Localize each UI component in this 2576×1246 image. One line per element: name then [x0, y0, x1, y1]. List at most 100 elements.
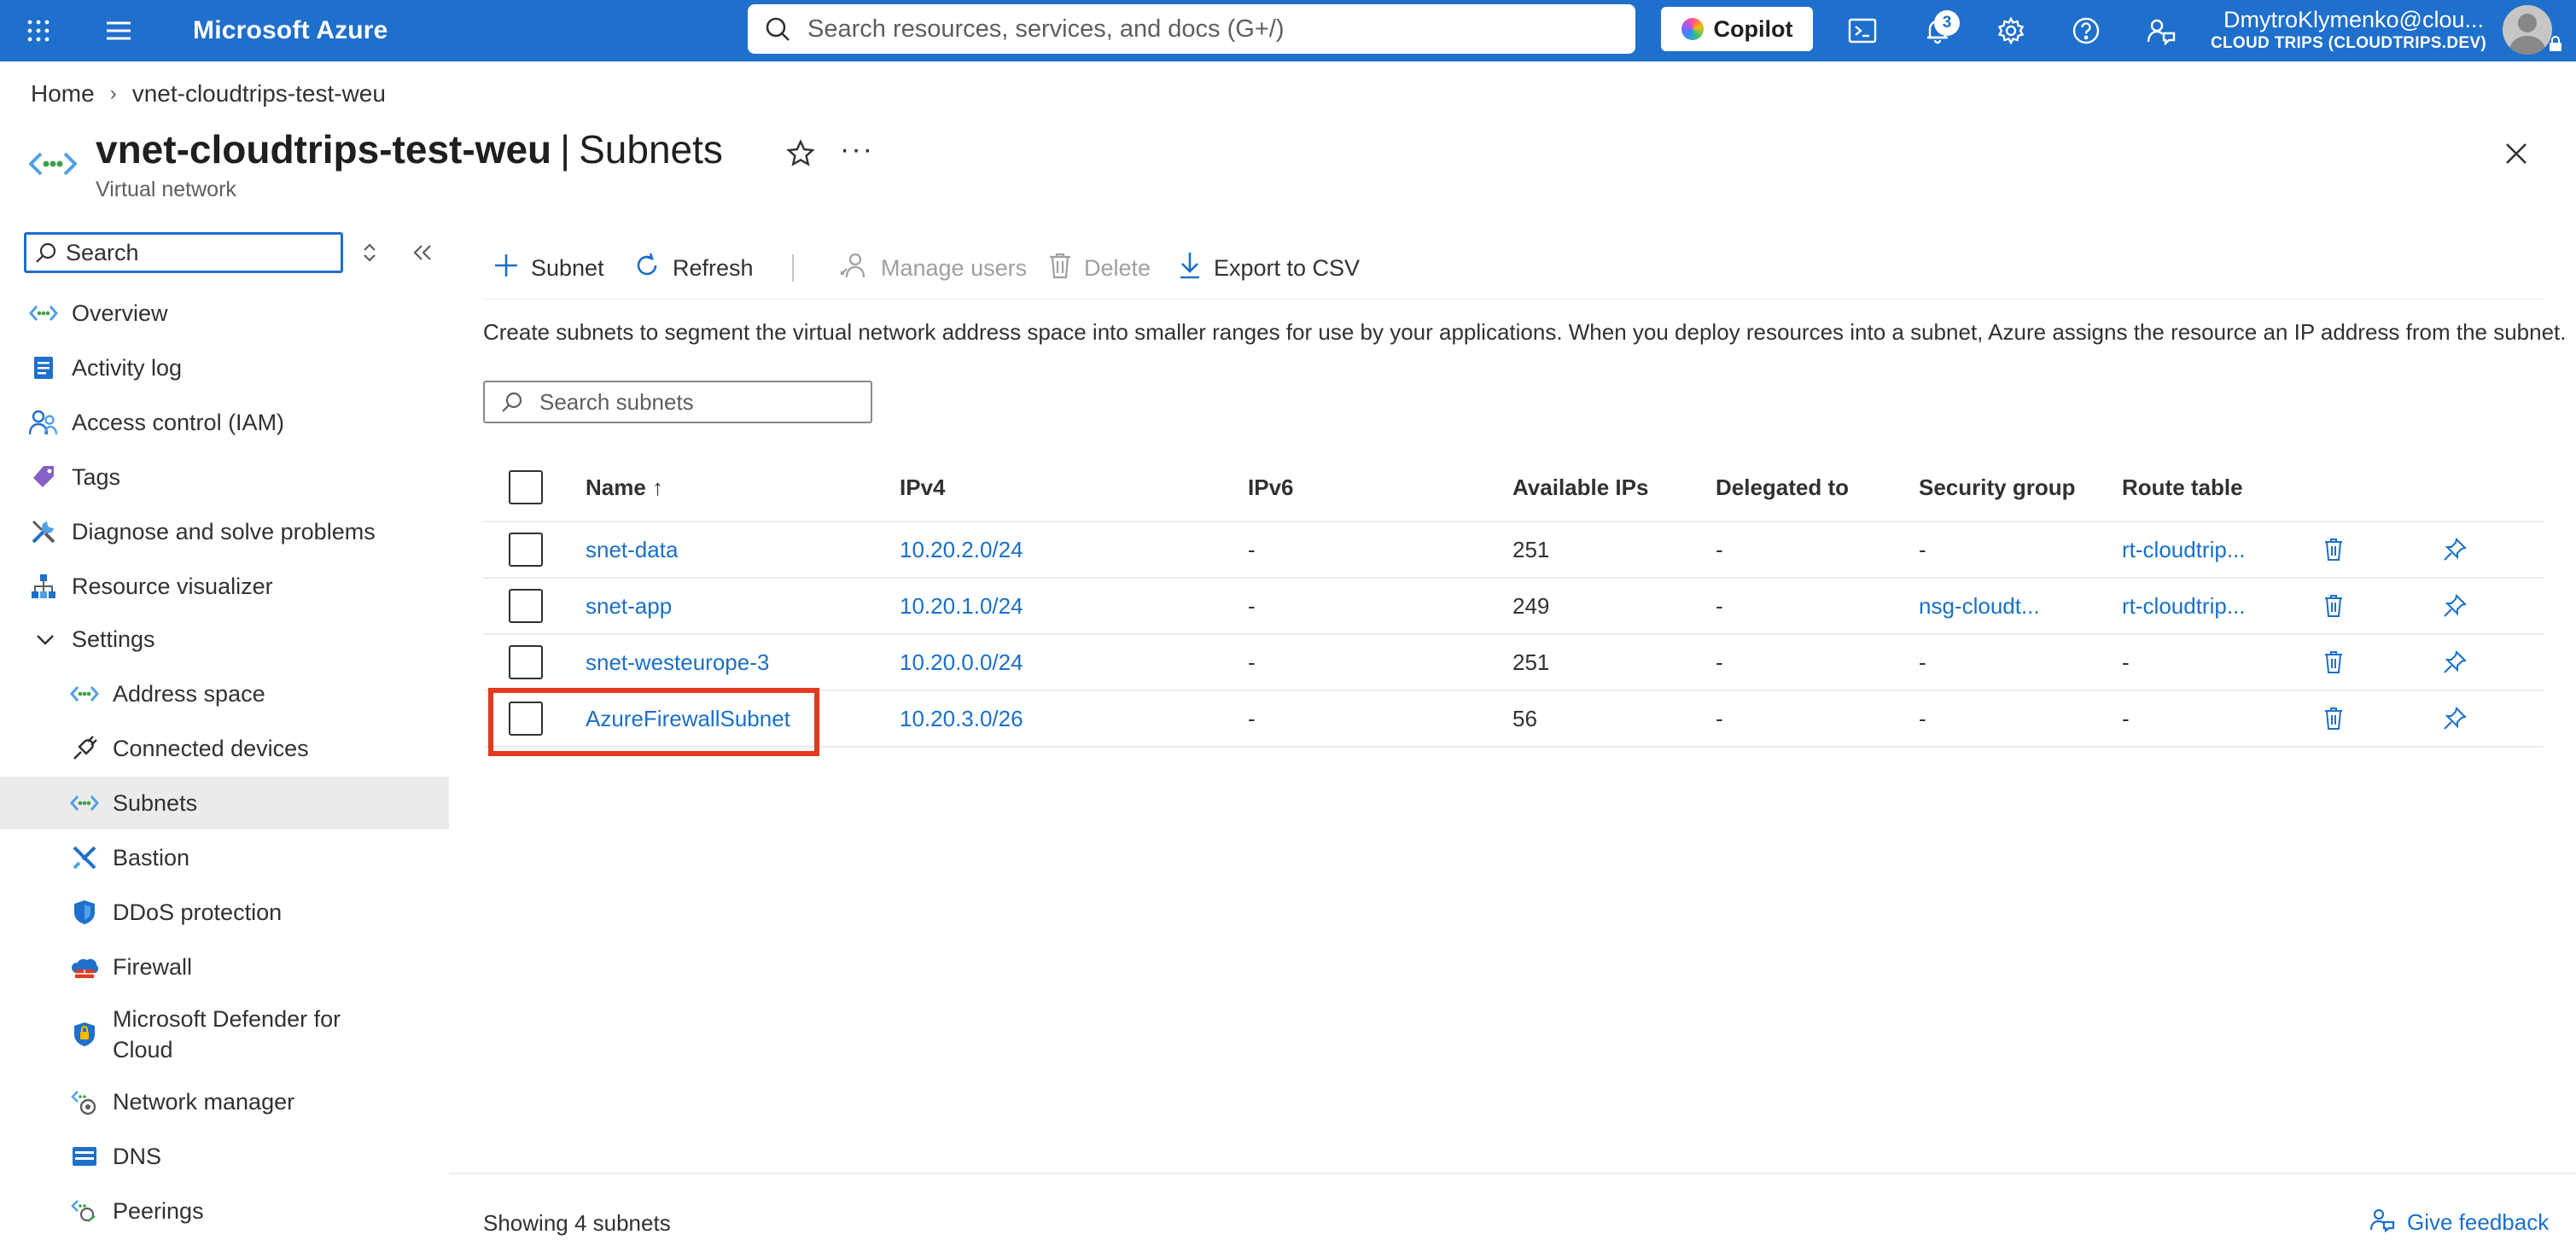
delete-row-icon[interactable]	[2323, 522, 2344, 577]
subnet-search-input[interactable]	[539, 388, 864, 416]
highlight-annotation-box	[488, 688, 819, 756]
hamburger-menu-icon[interactable]	[101, 0, 137, 61]
column-header-delegated-to[interactable]: Delegated to	[1716, 454, 1849, 521]
plus-icon	[493, 253, 519, 284]
nav-item-subnets[interactable]: Subnets	[0, 777, 449, 830]
give-feedback-link[interactable]: Give feedback	[2369, 1207, 2549, 1238]
security-group-value: -	[1919, 649, 1926, 675]
table-row: snet-westeurope-3 10.20.0.0/24 - 251 - -…	[483, 635, 2544, 691]
nav-item-network-manager[interactable]: Network manager	[0, 1075, 449, 1128]
manage-users-button[interactable]: Manage users	[840, 246, 1027, 290]
pin-row-icon[interactable]	[2443, 522, 2467, 577]
delegated-to-value: -	[1716, 536, 1723, 562]
nav-item-dns[interactable]: DNS	[0, 1130, 449, 1183]
column-header-ipv6[interactable]: IPv6	[1248, 454, 1294, 521]
subnet-name-link[interactable]: snet-app	[586, 579, 672, 633]
column-header-security-group[interactable]: Security group	[1919, 454, 2075, 521]
nav-search-input[interactable]	[66, 239, 339, 266]
subnet-search[interactable]	[483, 381, 872, 423]
chevron-down-icon	[31, 625, 60, 654]
copilot-button[interactable]: Copilot	[1661, 7, 1813, 51]
nav-item-label: Network manager	[113, 1088, 295, 1115]
subnet-name-link[interactable]: snet-westeurope-3	[586, 635, 769, 690]
row-checkbox[interactable]	[509, 589, 543, 623]
plug-icon	[70, 734, 99, 763]
nav-group-settings[interactable]: Settings	[0, 613, 449, 666]
cloud-shell-icon[interactable]	[1844, 0, 1881, 61]
nav-item-bastion[interactable]: Bastion	[0, 831, 449, 884]
manage-users-label: Manage users	[881, 254, 1028, 281]
nav-item-overview[interactable]: Overview	[0, 287, 449, 340]
nav-search[interactable]	[24, 232, 343, 273]
lock-icon	[2549, 36, 2562, 51]
row-checkbox[interactable]	[509, 533, 543, 567]
pin-row-icon[interactable]	[2443, 579, 2467, 633]
column-header-ipv4[interactable]: IPv4	[900, 454, 946, 521]
breadcrumb-resource[interactable]: vnet-cloudtrips-test-weu	[132, 80, 386, 108]
ipv4-link[interactable]: 10.20.2.0/24	[900, 522, 1023, 577]
nav-item-defender-for-cloud[interactable]: Microsoft Defender for Cloud	[0, 997, 449, 1072]
collapse-nav-icon[interactable]	[410, 241, 435, 265]
delete-row-icon[interactable]	[2323, 635, 2344, 690]
add-subnet-button[interactable]: Subnet	[493, 246, 604, 290]
row-checkbox[interactable]	[509, 645, 543, 679]
account-info[interactable]: DmytroKlymenko@clou... CLOUD TRIPS (CLOU…	[2211, 5, 2486, 53]
dns-icon	[70, 1142, 99, 1171]
nav-item-connected-devices[interactable]: Connected devices	[0, 722, 449, 775]
select-all-checkbox[interactable]	[509, 470, 543, 504]
column-header-available-ips[interactable]: Available IPs	[1512, 454, 1648, 521]
nav-item-label: Overview	[72, 300, 168, 326]
search-icon	[748, 16, 807, 42]
column-header-route-table[interactable]: Route table	[2122, 454, 2243, 521]
ipv4-link[interactable]: 10.20.0.0/24	[900, 635, 1023, 690]
nav-item-resource-visualizer[interactable]: Resource visualizer	[0, 560, 449, 613]
nav-item-ddos-protection[interactable]: DDoS protection	[0, 886, 449, 939]
close-icon[interactable]	[2499, 137, 2533, 171]
global-search[interactable]	[748, 4, 1635, 54]
subnet-name-link[interactable]: snet-data	[586, 522, 678, 577]
command-divider	[792, 254, 794, 282]
table-row: snet-app 10.20.1.0/24 - 249 - nsg-cloudt…	[483, 579, 2544, 635]
nav-item-activity-log[interactable]: Activity log	[0, 341, 449, 394]
global-search-input[interactable]	[807, 15, 1610, 44]
delegated-to-value: -	[1716, 649, 1723, 675]
sort-updown-icon[interactable]	[358, 241, 381, 265]
wrench-icon	[29, 517, 58, 546]
ipv4-link[interactable]: 10.20.1.0/24	[900, 579, 1023, 633]
pin-row-icon[interactable]	[2443, 635, 2467, 690]
nav-item-diagnose[interactable]: Diagnose and solve problems	[0, 505, 449, 558]
nav-item-address-space[interactable]: Address space	[0, 667, 449, 720]
nav-item-firewall[interactable]: Firewall	[0, 940, 449, 993]
column-header-name[interactable]: Name ↑	[586, 454, 663, 521]
nav-item-access-control[interactable]: Access control (IAM)	[0, 396, 449, 449]
nav-item-tags[interactable]: Tags	[0, 451, 449, 504]
ipv4-link[interactable]: 10.20.3.0/26	[900, 691, 1023, 746]
page-title-separator: |	[560, 127, 571, 172]
export-csv-button[interactable]: Export to CSV	[1178, 246, 1360, 290]
more-options-icon[interactable]: ···	[840, 133, 874, 166]
refresh-button[interactable]: Refresh	[633, 246, 754, 290]
settings-gear-icon[interactable]	[1992, 0, 2030, 61]
defender-icon	[70, 1020, 99, 1049]
vnet-icon	[70, 679, 99, 708]
feedback-person-icon[interactable]	[2142, 0, 2180, 61]
nav-item-peerings[interactable]: Peerings	[0, 1185, 449, 1237]
breadcrumb-home[interactable]: Home	[31, 80, 95, 108]
account-name: DmytroKlymenko@clou...	[2223, 7, 2484, 32]
favorite-star-icon[interactable]	[784, 137, 818, 171]
pin-row-icon[interactable]	[2443, 691, 2467, 746]
ipv6-value: -	[1248, 536, 1256, 562]
table-header-row: Name ↑ IPv4 IPv6 Available IPs Delegated…	[483, 454, 2544, 522]
route-table-link[interactable]: rt-cloudtrip...	[2122, 522, 2246, 577]
delete-row-icon[interactable]	[2323, 691, 2344, 746]
app-launcher-icon[interactable]	[20, 0, 56, 61]
security-group-link[interactable]: nsg-cloudt...	[1919, 579, 2040, 633]
brand-title[interactable]: Microsoft Azure	[193, 0, 388, 61]
delete-button[interactable]: Delete	[1048, 246, 1151, 290]
visualizer-icon	[29, 572, 58, 601]
network-manager-icon	[70, 1087, 99, 1116]
avatar[interactable]	[2503, 5, 2552, 55]
help-icon[interactable]	[2067, 0, 2105, 61]
delete-row-icon[interactable]	[2323, 579, 2344, 633]
route-table-link[interactable]: rt-cloudtrip...	[2122, 579, 2246, 633]
